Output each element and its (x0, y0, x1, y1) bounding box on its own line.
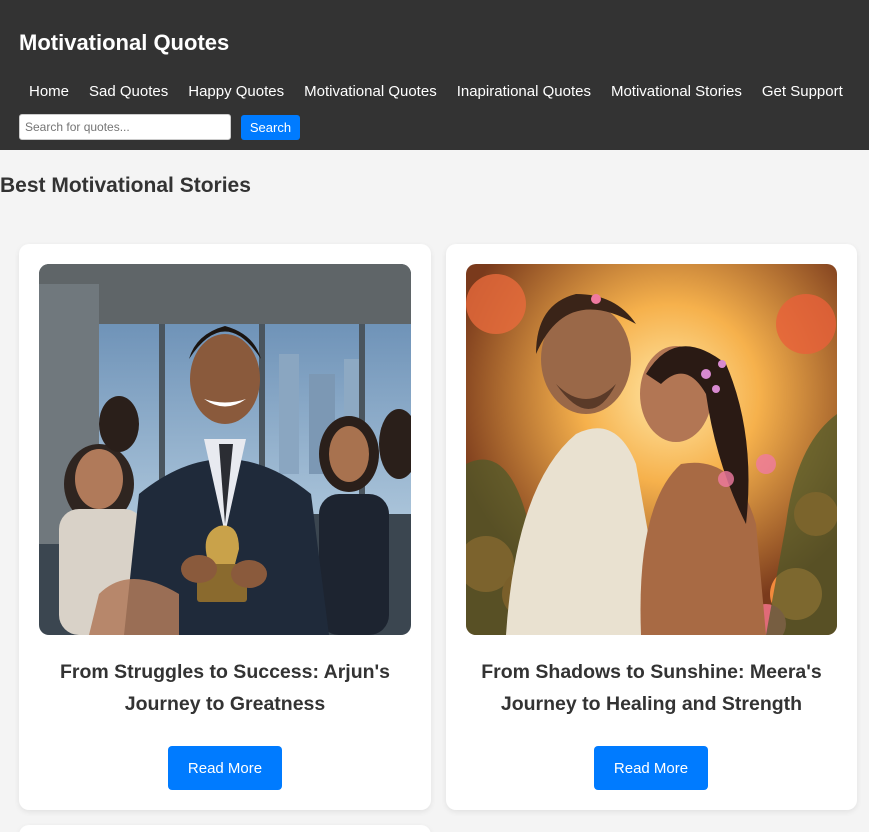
nav-happy-quotes[interactable]: Happy Quotes (178, 82, 294, 102)
read-more-button[interactable]: Read More (168, 746, 282, 790)
section-title: Best Motivational Stories (0, 174, 251, 197)
story-card (19, 825, 431, 832)
search-button[interactable]: Search (241, 114, 300, 140)
nav-get-support[interactable]: Get Support (752, 82, 853, 102)
search-input[interactable] (19, 114, 231, 140)
search-bar: Search (19, 114, 300, 140)
story-card: From Shadows to Sunshine: Meera's Journe… (446, 244, 857, 810)
main-nav: Home Sad Quotes Happy Quotes Motivationa… (19, 82, 853, 102)
nav-home[interactable]: Home (19, 82, 79, 102)
site-title: Motivational Quotes (19, 30, 230, 55)
story-title: From Struggles to Success: Arjun's Journ… (59, 661, 391, 715)
site-header: Motivational Quotes Home Sad Quotes Happ… (0, 0, 869, 150)
nav-sad-quotes[interactable]: Sad Quotes (79, 82, 178, 102)
nav-motivational-quotes[interactable]: Motivational Quotes (294, 82, 447, 102)
story-title: From Shadows to Sunshine: Meera's Journe… (481, 661, 822, 715)
man-with-trophy-office-image (39, 264, 411, 635)
nav-motivational-stories[interactable]: Motivational Stories (601, 82, 752, 102)
couple-in-flowers-sunset-image (466, 264, 837, 635)
read-more-button[interactable]: Read More (594, 746, 708, 790)
story-card: From Struggles to Success: Arjun's Journ… (19, 244, 431, 810)
nav-inspirational-quotes[interactable]: Inapirational Quotes (447, 82, 601, 102)
